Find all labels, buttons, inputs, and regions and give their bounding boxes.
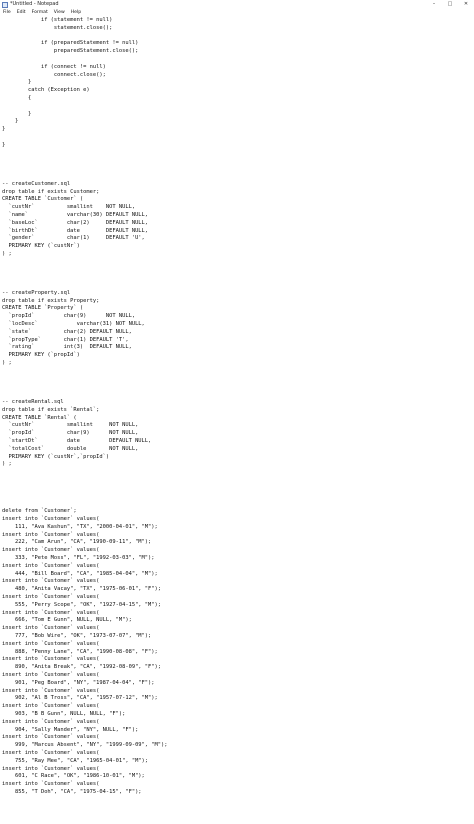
notepad-icon xyxy=(2,1,8,8)
window-title: *Untitled - Notepad xyxy=(10,1,59,7)
menu-view[interactable]: View xyxy=(54,9,65,17)
minimize-button[interactable]: – xyxy=(426,0,442,9)
menu-help[interactable]: Help xyxy=(71,9,81,17)
text-editor-area[interactable]: if (statement != null) statement.close()… xyxy=(0,17,474,824)
window-controls: – □ ✕ xyxy=(426,0,474,9)
editor-text[interactable]: if (statement != null) statement.close()… xyxy=(0,17,474,797)
menu-format[interactable]: Format xyxy=(32,9,48,17)
close-button[interactable]: ✕ xyxy=(458,0,474,9)
menu-bar: File Edit Format View Help xyxy=(0,9,474,17)
maximize-button[interactable]: □ xyxy=(442,0,458,9)
menu-edit[interactable]: Edit xyxy=(17,9,26,17)
menu-file[interactable]: File xyxy=(3,9,11,17)
title-bar[interactable]: *Untitled - Notepad – □ ✕ xyxy=(0,0,474,9)
notepad-window: *Untitled - Notepad – □ ✕ File Edit Form… xyxy=(0,0,474,824)
